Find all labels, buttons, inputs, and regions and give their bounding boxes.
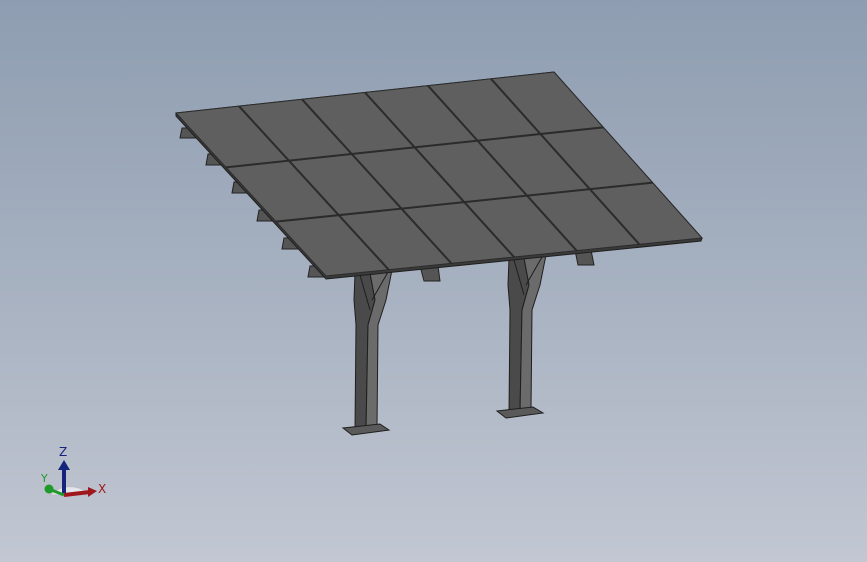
left-post <box>341 269 393 436</box>
x-axis-label: X <box>98 482 107 496</box>
solar-panel-array[interactable] <box>174 71 704 280</box>
triad-graphic <box>44 460 97 497</box>
right-post <box>495 254 547 419</box>
graphics-viewport[interactable]: Z Y X <box>0 0 867 562</box>
y-axis-label: Y <box>41 472 48 485</box>
z-axis-label: Z <box>59 445 68 459</box>
